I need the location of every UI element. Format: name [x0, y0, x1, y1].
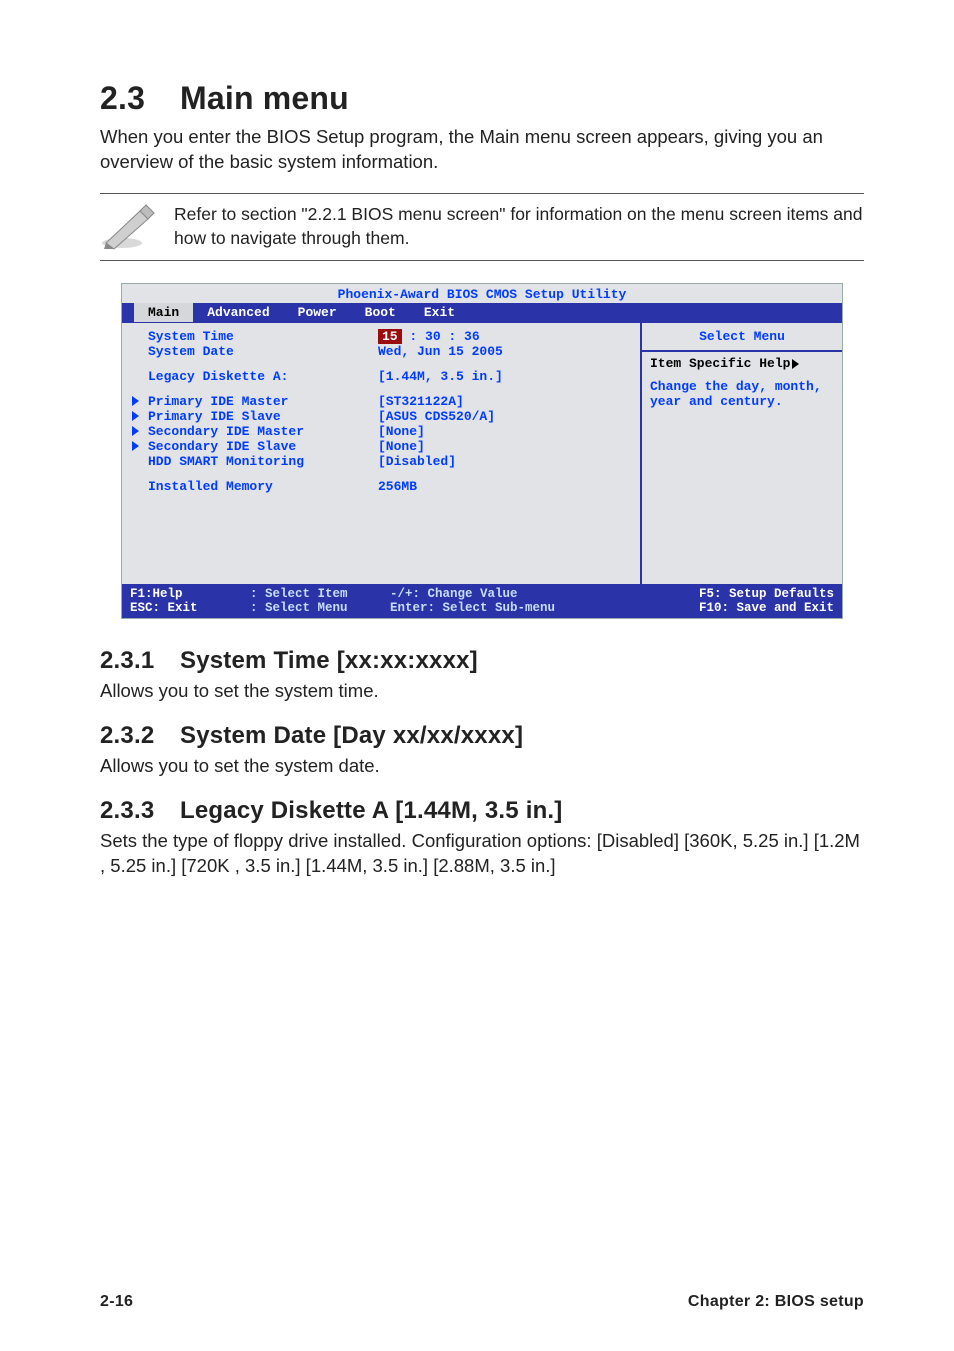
field-system-time[interactable]: System Time [130, 329, 378, 344]
subsection-heading-3: 2.3.3Legacy Diskette A [1.44M, 3.5 in.] [100, 797, 864, 825]
submenu-arrow-icon [132, 426, 139, 436]
pencil-icon [100, 200, 156, 254]
help-label: Item Specific Help [642, 352, 842, 375]
value-hdd-smart: [Disabled] [378, 454, 456, 469]
page-footer: 2-16 Chapter 2: BIOS setup [100, 1293, 864, 1311]
chapter-label: Chapter 2: BIOS setup [688, 1293, 864, 1311]
submenu-arrow-icon [132, 441, 139, 451]
bios-help-panel: Select Menu Item Specific Help Change th… [640, 323, 842, 584]
bios-tab-exit[interactable]: Exit [410, 303, 469, 322]
section-intro: When you enter the BIOS Setup program, t… [100, 125, 864, 175]
help-text: Change the day, month, year and century. [642, 375, 842, 413]
value-installed-memory: 256MB [378, 479, 417, 494]
section-title-text: Main menu [180, 80, 349, 116]
bios-menu-bar: Main Advanced Power Boot Exit [122, 303, 842, 322]
value-secondary-ide-master: [None] [378, 424, 425, 439]
legend-f5: F5: Setup Defaults [664, 587, 834, 601]
section-heading: 2.3Main menu [100, 80, 864, 117]
subsection-num-2: 2.3.2 [100, 722, 180, 750]
bios-screenshot: Phoenix-Award BIOS CMOS Setup Utility Ma… [121, 283, 843, 619]
submenu-arrow-icon [132, 411, 139, 421]
subsection-body-3: Sets the type of floppy drive installed.… [100, 829, 864, 879]
subsection-body-2: Allows you to set the system date. [100, 754, 864, 779]
section-number: 2.3 [100, 80, 180, 117]
subsection-num-1: 2.3.1 [100, 647, 180, 675]
legend-f10: F10: Save and Exit [664, 601, 834, 615]
submenu-arrow-icon [132, 396, 139, 406]
bios-tab-main[interactable]: Main [134, 303, 193, 322]
subsection-num-3: 2.3.3 [100, 797, 180, 825]
subsection-title-1: System Time [xx:xx:xxxx] [180, 647, 478, 674]
time-rest: : 30 : 36 [402, 329, 480, 344]
help-panel-title: Select Menu [642, 323, 842, 350]
legend-change-value: -/+: Change Value [390, 587, 664, 601]
subsection-title-2: System Date [Day xx/xx/xxxx] [180, 722, 523, 749]
note-text: Refer to section "2.2.1 BIOS menu screen… [174, 203, 864, 250]
bios-tab-boot[interactable]: Boot [351, 303, 410, 322]
time-hour-highlight[interactable]: 15 [378, 329, 402, 344]
subsection-heading-1: 2.3.1System Time [xx:xx:xxxx] [100, 647, 864, 675]
field-secondary-ide-slave[interactable]: Secondary IDE Slave [130, 439, 378, 454]
legend-select-item: : Select Item [250, 587, 390, 601]
bios-tab-power[interactable]: Power [284, 303, 351, 322]
page-number: 2-16 [100, 1293, 133, 1311]
field-primary-ide-slave[interactable]: Primary IDE Slave [130, 409, 378, 424]
value-secondary-ide-slave: [None] [378, 439, 425, 454]
value-primary-ide-master: [ST321122A] [378, 394, 464, 409]
legend-select-menu: : Select Menu [250, 601, 390, 615]
field-hdd-smart[interactable]: HDD SMART Monitoring [130, 454, 378, 469]
field-installed-memory: Installed Memory [130, 479, 378, 494]
legend-esc: ESC: Exit [130, 601, 250, 615]
bios-legend-bar: F1:Help : Select Item -/+: Change Value … [122, 585, 842, 618]
note-callout: Refer to section "2.2.1 BIOS menu screen… [100, 193, 864, 261]
value-legacy-diskette: [1.44M, 3.5 in.] [378, 369, 503, 384]
field-legacy-diskette[interactable]: Legacy Diskette A: [130, 369, 378, 384]
bios-tab-advanced[interactable]: Advanced [193, 303, 283, 322]
bios-main-panel: System Time 15 : 30 : 36 System Date Wed… [122, 323, 640, 584]
field-system-date[interactable]: System Date [130, 344, 378, 359]
field-primary-ide-master[interactable]: Primary IDE Master [130, 394, 378, 409]
subsection-title-3: Legacy Diskette A [1.44M, 3.5 in.] [180, 797, 563, 824]
legend-enter: Enter: Select Sub-menu [390, 601, 664, 615]
value-primary-ide-slave: [ASUS CDS520/A] [378, 409, 495, 424]
field-secondary-ide-master[interactable]: Secondary IDE Master [130, 424, 378, 439]
bios-utility-title: Phoenix-Award BIOS CMOS Setup Utility [122, 284, 842, 303]
subsection-heading-2: 2.3.2System Date [Day xx/xx/xxxx] [100, 722, 864, 750]
legend-f1: F1:Help [130, 587, 250, 601]
subsection-body-1: Allows you to set the system time. [100, 679, 864, 704]
triangle-right-icon [792, 359, 799, 369]
value-system-date: Wed, Jun 15 2005 [378, 344, 503, 359]
